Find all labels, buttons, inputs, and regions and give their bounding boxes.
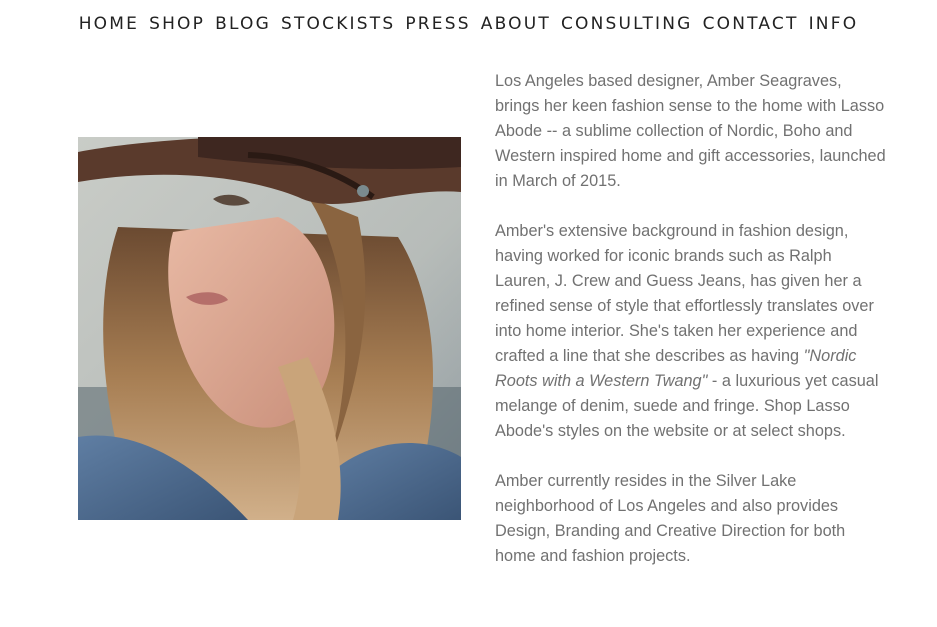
nav-about[interactable]: ABOUT <box>476 10 556 38</box>
bio-text: Los Angeles based designer, Amber Seagra… <box>495 69 890 594</box>
nav-consulting[interactable]: CONSULTING <box>556 10 698 38</box>
nav-press[interactable]: PRESS <box>400 10 475 38</box>
main-nav: HOME SHOP BLOG STOCKISTS PRESS ABOUT CON… <box>0 10 937 38</box>
portrait-illustration <box>78 137 461 520</box>
bio-paragraph-2-start: Amber's extensive background in fashion … <box>495 222 874 365</box>
nav-home[interactable]: HOME <box>74 10 144 38</box>
nav-contact[interactable]: CONTACT <box>698 10 804 38</box>
nav-info[interactable]: INFO <box>804 10 864 38</box>
bio-paragraph-3: Amber currently resides in the Silver La… <box>495 472 846 565</box>
nav-blog[interactable]: BLOG <box>210 10 276 38</box>
portrait-photo <box>78 137 461 520</box>
bio-paragraph-2: Amber's extensive background in fashion … <box>495 219 890 444</box>
bio-paragraph-1: Los Angeles based designer, Amber Seagra… <box>495 72 886 190</box>
nav-stockists[interactable]: STOCKISTS <box>276 10 400 38</box>
nav-shop[interactable]: SHOP <box>144 10 210 38</box>
